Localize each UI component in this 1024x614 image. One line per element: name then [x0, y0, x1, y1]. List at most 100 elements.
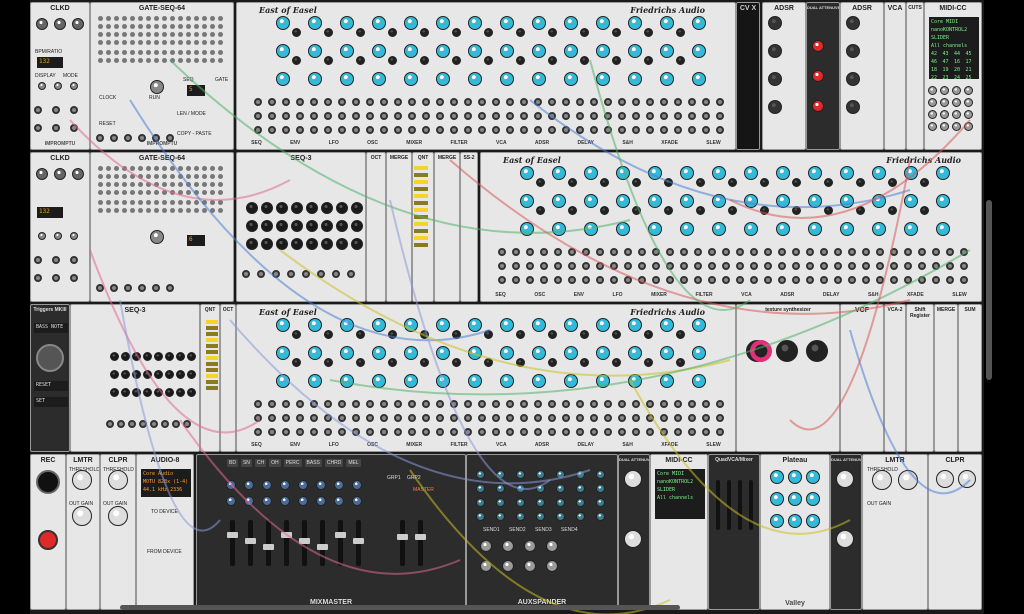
knob[interactable]: [324, 28, 333, 37]
step-led[interactable]: [98, 174, 103, 179]
jack[interactable]: [394, 112, 402, 120]
knob[interactable]: [548, 56, 557, 65]
knob[interactable]: [760, 178, 769, 187]
knob[interactable]: [888, 178, 897, 187]
jack[interactable]: [128, 420, 136, 428]
knob[interactable]: [324, 330, 333, 339]
step-led[interactable]: [178, 208, 183, 213]
knob[interactable]: [356, 28, 365, 37]
step-led[interactable]: [202, 24, 207, 29]
jack[interactable]: [478, 98, 486, 106]
step-led[interactable]: [186, 182, 191, 187]
knob[interactable]: [952, 110, 961, 119]
knob[interactable]: [452, 56, 461, 65]
jack[interactable]: [562, 98, 570, 106]
step-led[interactable]: [154, 32, 159, 37]
knob[interactable]: [276, 72, 290, 86]
knob[interactable]: [812, 70, 824, 82]
knob[interactable]: [110, 352, 119, 361]
step-led[interactable]: [162, 40, 167, 45]
jack[interactable]: [464, 428, 472, 436]
knob[interactable]: [680, 166, 694, 180]
knob[interactable]: [644, 330, 653, 339]
step-led[interactable]: [194, 190, 199, 195]
jack[interactable]: [624, 262, 632, 270]
jack[interactable]: [257, 270, 265, 278]
knob[interactable]: [480, 540, 492, 552]
knob[interactable]: [596, 346, 610, 360]
step-led[interactable]: [186, 190, 191, 195]
jack[interactable]: [862, 262, 870, 270]
knob[interactable]: [452, 28, 461, 37]
knob[interactable]: [806, 470, 820, 484]
step-led[interactable]: [154, 166, 159, 171]
knob[interactable]: [54, 168, 66, 180]
jack[interactable]: [394, 98, 402, 106]
jack[interactable]: [554, 262, 562, 270]
knob[interactable]: [110, 388, 119, 397]
step-led[interactable]: [154, 208, 159, 213]
jack[interactable]: [498, 276, 506, 284]
knob[interactable]: [768, 100, 782, 114]
jack[interactable]: [52, 124, 60, 132]
group-fader[interactable]: [397, 520, 408, 566]
step-led[interactable]: [178, 174, 183, 179]
step-led[interactable]: [186, 58, 191, 63]
step-led[interactable]: [114, 50, 119, 55]
knob[interactable]: [846, 16, 860, 30]
fader-thumb[interactable]: [397, 534, 408, 540]
knob[interactable]: [556, 484, 565, 493]
jack[interactable]: [324, 112, 332, 120]
jack[interactable]: [632, 126, 640, 134]
step-led[interactable]: [122, 182, 127, 187]
jack[interactable]: [534, 414, 542, 422]
jack[interactable]: [562, 414, 570, 422]
knob[interactable]: [872, 222, 886, 236]
knob[interactable]: [291, 220, 303, 232]
jack[interactable]: [918, 248, 926, 256]
knob[interactable]: [728, 206, 737, 215]
knob[interactable]: [298, 496, 308, 506]
knob[interactable]: [226, 480, 236, 490]
jack[interactable]: [576, 126, 584, 134]
knob[interactable]: [532, 44, 546, 58]
jack[interactable]: [646, 400, 654, 408]
jack[interactable]: [282, 126, 290, 134]
step-led[interactable]: [106, 190, 111, 195]
knob[interactable]: [334, 480, 344, 490]
knob[interactable]: [628, 346, 642, 360]
knob[interactable]: [324, 56, 333, 65]
step-led[interactable]: [194, 32, 199, 37]
knob[interactable]: [616, 222, 630, 236]
knob[interactable]: [516, 512, 525, 521]
jack[interactable]: [268, 126, 276, 134]
knob[interactable]: [564, 44, 578, 58]
step-led[interactable]: [130, 182, 135, 187]
jack[interactable]: [568, 262, 576, 270]
knob[interactable]: [952, 122, 961, 131]
jack[interactable]: [296, 126, 304, 134]
knob[interactable]: [520, 194, 534, 208]
step-led[interactable]: [170, 200, 175, 205]
jack[interactable]: [34, 274, 42, 282]
scrollbar-horizontal-icon[interactable]: [120, 605, 680, 610]
jack[interactable]: [254, 112, 262, 120]
knob[interactable]: [72, 168, 84, 180]
step-led[interactable]: [218, 50, 223, 55]
knob[interactable]: [536, 206, 545, 215]
knob[interactable]: [484, 358, 493, 367]
step-led[interactable]: [210, 50, 215, 55]
knob[interactable]: [806, 340, 828, 362]
jack[interactable]: [638, 248, 646, 256]
step-led[interactable]: [114, 200, 119, 205]
step-led[interactable]: [210, 208, 215, 213]
step-led[interactable]: [186, 166, 191, 171]
knob[interactable]: [692, 44, 706, 58]
knob[interactable]: [660, 374, 674, 388]
knob[interactable]: [936, 470, 954, 488]
jack[interactable]: [254, 400, 262, 408]
jack[interactable]: [506, 98, 514, 106]
jack[interactable]: [498, 248, 506, 256]
jack[interactable]: [806, 276, 814, 284]
jack[interactable]: [576, 414, 584, 422]
